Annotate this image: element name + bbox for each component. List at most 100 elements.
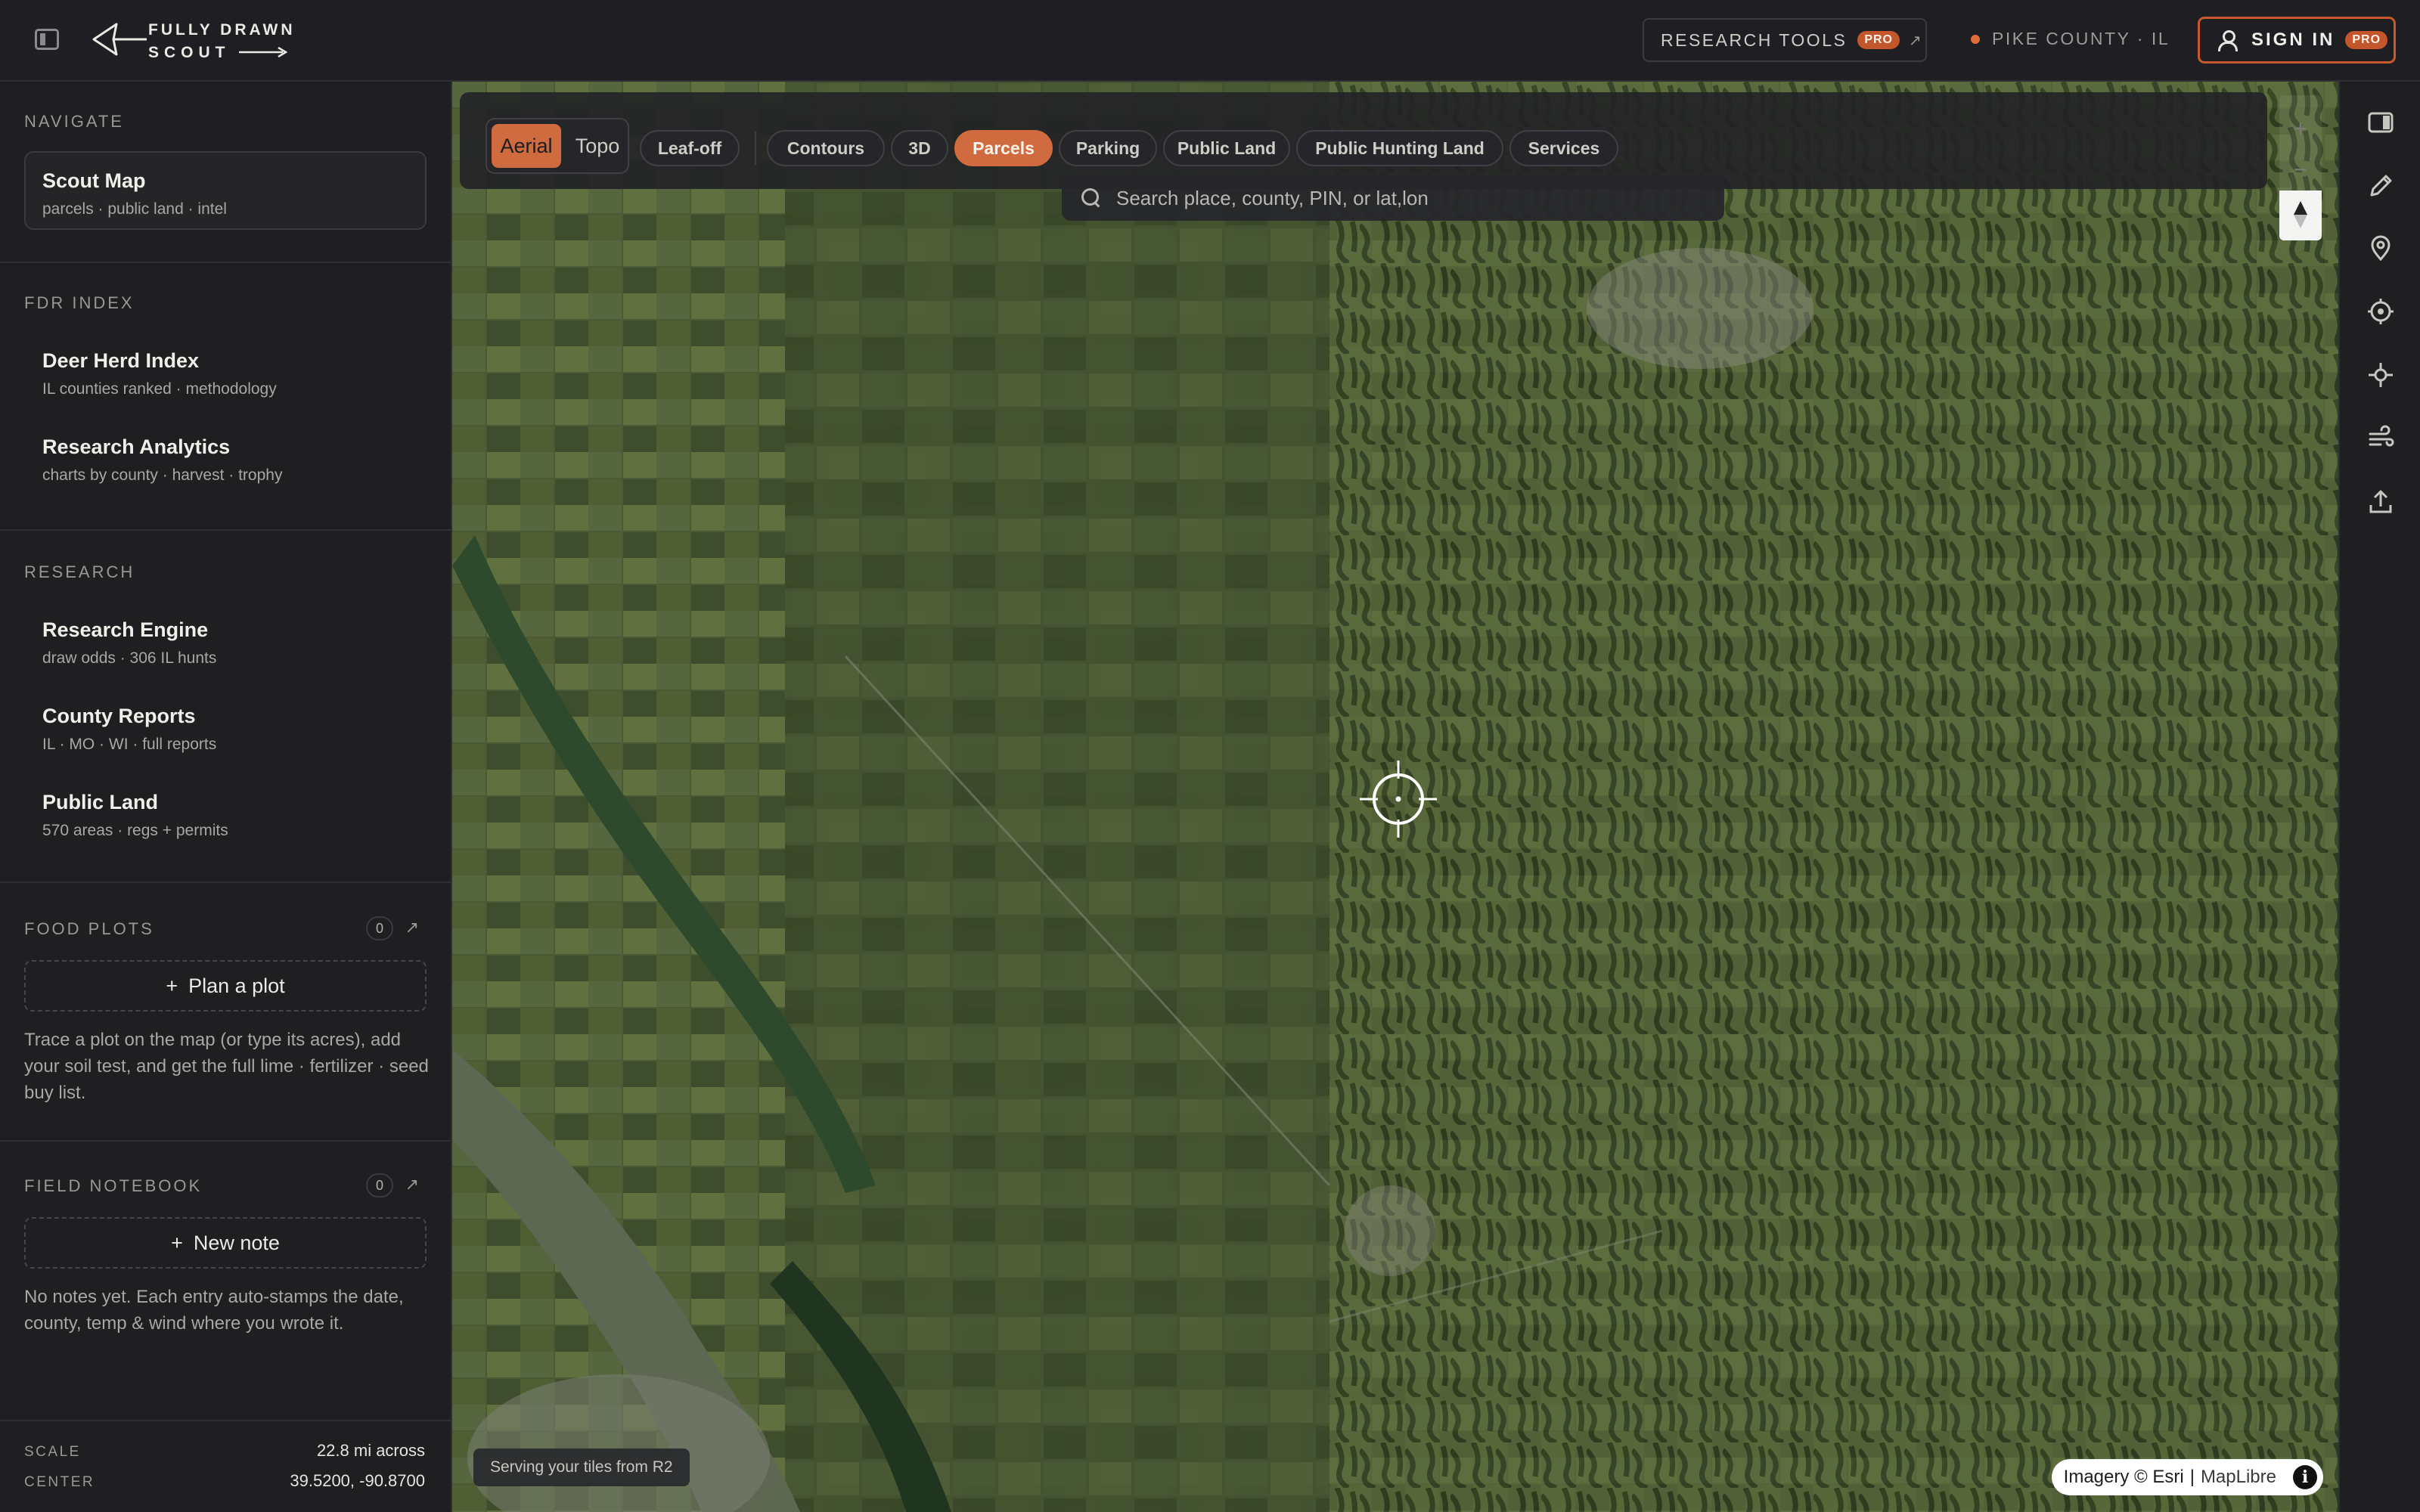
sidebar-item-county-reports[interactable]: County Reports IL · MO · WI · full repor… — [42, 705, 216, 754]
logo-arrow-icon — [239, 47, 287, 57]
map-pin-icon[interactable] — [2367, 234, 2394, 262]
map-center-crosshair-icon — [1360, 761, 1437, 838]
item-subtitle: draw odds · 306 IL hunts — [42, 649, 217, 667]
leaf-off-toggle[interactable]: Leaf-off — [640, 130, 740, 166]
divider — [0, 1420, 451, 1421]
pro-badge: PRO — [1857, 31, 1900, 49]
layer-parcels[interactable]: Parcels — [954, 130, 1053, 166]
section-title-food-plots: FOOD PLOTS — [24, 919, 154, 938]
item-subtitle: 570 areas · regs + permits — [42, 822, 228, 839]
attribution-maplibre-link[interactable]: MapLibre — [2201, 1467, 2276, 1488]
center-value: 39.5200, -90.8700 — [290, 1471, 425, 1490]
info-icon[interactable]: i — [2293, 1465, 2317, 1489]
item-title: County Reports — [42, 705, 196, 727]
external-link-icon: ↗ — [1909, 32, 1922, 49]
sidebar-toggle-icon[interactable] — [35, 29, 59, 50]
basemap-switch: Aerial Topo — [486, 118, 629, 174]
layer-public-land[interactable]: Public Land — [1163, 130, 1290, 166]
map-toolbar: Aerial Topo Leaf-off Contours 3D Parcels… — [460, 92, 2267, 189]
item-subtitle: parcels · public land · intel — [42, 200, 227, 218]
divider — [0, 881, 451, 883]
divider — [0, 1140, 451, 1142]
search-icon — [1081, 188, 1101, 208]
upload-icon[interactable] — [2367, 488, 2394, 516]
food-plots-description: Trace a plot on the map (or type its acr… — [24, 1030, 429, 1103]
section-title-research: RESEARCH — [24, 562, 135, 581]
item-title: Deer Herd Index — [42, 349, 200, 372]
compass-icon[interactable] — [2279, 191, 2322, 240]
wind-icon[interactable] — [2367, 425, 2394, 452]
sidebar-item-research-engine[interactable]: Research Engine draw odds · 306 IL hunts — [42, 618, 216, 668]
sign-in-label: SIGN IN — [2251, 29, 2335, 50]
right-tool-rail — [2338, 82, 2420, 1512]
user-icon — [2218, 30, 2238, 51]
sign-in-button[interactable]: SIGN IN PRO — [2198, 17, 2396, 64]
search-input[interactable] — [1116, 186, 1706, 210]
map-canvas[interactable]: Aerial Topo Leaf-off Contours 3D Parcels… — [452, 82, 2338, 1512]
sidebar: NAVIGATE Scout Map parcels · public land… — [0, 82, 452, 1512]
center-label: CENTER — [24, 1474, 95, 1490]
arrowhead-logo-icon — [92, 23, 147, 56]
item-title: Research Analytics — [42, 435, 231, 458]
attribution-imagery: Imagery © Esri — [2063, 1467, 2184, 1487]
basemap-aerial[interactable]: Aerial — [492, 124, 561, 168]
zoom-in-button[interactable]: + — [2279, 107, 2322, 150]
scale-label: SCALE — [24, 1444, 81, 1460]
top-bar: FULLY DRAWN SCOUT RESEARCH TOOLS PRO ↗ P… — [0, 0, 2420, 82]
plus-icon: + — [166, 974, 178, 997]
tiles-status-note: Serving your tiles from R2 — [473, 1448, 690, 1486]
pro-badge: PRO — [2345, 31, 2388, 49]
sidebar-item-research-analytics[interactable]: Research Analytics charts by county · ha… — [42, 435, 282, 485]
layer-public-hunting-land[interactable]: Public Hunting Land — [1296, 130, 1503, 166]
sidebar-item-scout-map[interactable]: Scout Map parcels · public land · intel — [24, 151, 427, 230]
crosshair-icon[interactable] — [2367, 361, 2394, 389]
divider — [0, 529, 451, 531]
brand-line-2: SCOUT — [148, 44, 231, 61]
map-nav-control: + − — [2279, 95, 2322, 240]
section-title-navigate: NAVIGATE — [24, 112, 124, 131]
food-plots-open-icon[interactable]: ↗ — [405, 918, 419, 937]
item-title: Research Engine — [42, 618, 209, 641]
item-title: Scout Map — [42, 169, 146, 192]
sidebar-item-deer-herd-index[interactable]: Deer Herd Index IL counties ranked · met… — [42, 349, 277, 398]
search-bar[interactable] — [1062, 175, 1724, 221]
new-note-button[interactable]: + New note — [24, 1217, 427, 1269]
location-indicator[interactable]: PIKE COUNTY · IL — [1971, 29, 2170, 49]
food-plots-count-badge: 0 — [366, 916, 393, 940]
new-note-label: New note — [193, 1231, 280, 1254]
section-title-fdr-index: FDR INDEX — [24, 293, 135, 312]
map-attribution: Imagery © Esri | MapLibre i — [2051, 1459, 2323, 1495]
status-dot-icon — [1971, 34, 1980, 44]
item-subtitle: charts by county · harvest · trophy — [42, 466, 283, 484]
pencil-icon[interactable] — [2367, 172, 2394, 200]
location-label: PIKE COUNTY · IL — [1992, 29, 2170, 48]
sidebar-item-public-land[interactable]: Public Land 570 areas · regs + permits — [42, 791, 228, 840]
attribution-separator: | — [2189, 1467, 2195, 1487]
brand-logo[interactable]: FULLY DRAWN SCOUT — [91, 17, 295, 64]
scale-value: 22.8 mi across — [316, 1441, 425, 1460]
target-icon[interactable] — [2367, 298, 2394, 325]
plus-icon: + — [171, 1231, 183, 1254]
item-subtitle: IL counties ranked · methodology — [42, 380, 277, 398]
item-subtitle: IL · MO · WI · full reports — [42, 736, 217, 753]
field-notebook-open-icon[interactable]: ↗ — [405, 1175, 419, 1194]
layer-services[interactable]: Services — [1509, 130, 1618, 166]
divider — [0, 262, 451, 263]
item-title: Public Land — [42, 791, 159, 813]
research-tools-label: RESEARCH TOOLS — [1661, 29, 1848, 50]
field-notebook-description: No notes yet. Each entry auto-stamps the… — [24, 1287, 404, 1334]
zoom-out-button[interactable]: − — [2279, 148, 2322, 191]
field-notebook-count-badge: 0 — [366, 1173, 393, 1198]
layer-parking[interactable]: Parking — [1059, 130, 1157, 166]
brand-line-1: FULLY DRAWN — [148, 21, 296, 39]
layer-contours[interactable]: Contours — [767, 130, 885, 166]
layer-3d[interactable]: 3D — [891, 130, 948, 166]
toolbar-divider — [755, 132, 756, 165]
list-item: Scout Map parcels · public land · intel — [42, 169, 227, 218]
panel-toggle-icon[interactable] — [2367, 109, 2394, 136]
basemap-topo[interactable]: Topo — [569, 124, 626, 168]
research-tools-button[interactable]: RESEARCH TOOLS PRO ↗ — [1643, 18, 1927, 62]
plan-plot-button[interactable]: + Plan a plot — [24, 960, 427, 1012]
section-title-field-notebook: FIELD NOTEBOOK — [24, 1176, 203, 1195]
plan-plot-label: Plan a plot — [188, 974, 285, 997]
